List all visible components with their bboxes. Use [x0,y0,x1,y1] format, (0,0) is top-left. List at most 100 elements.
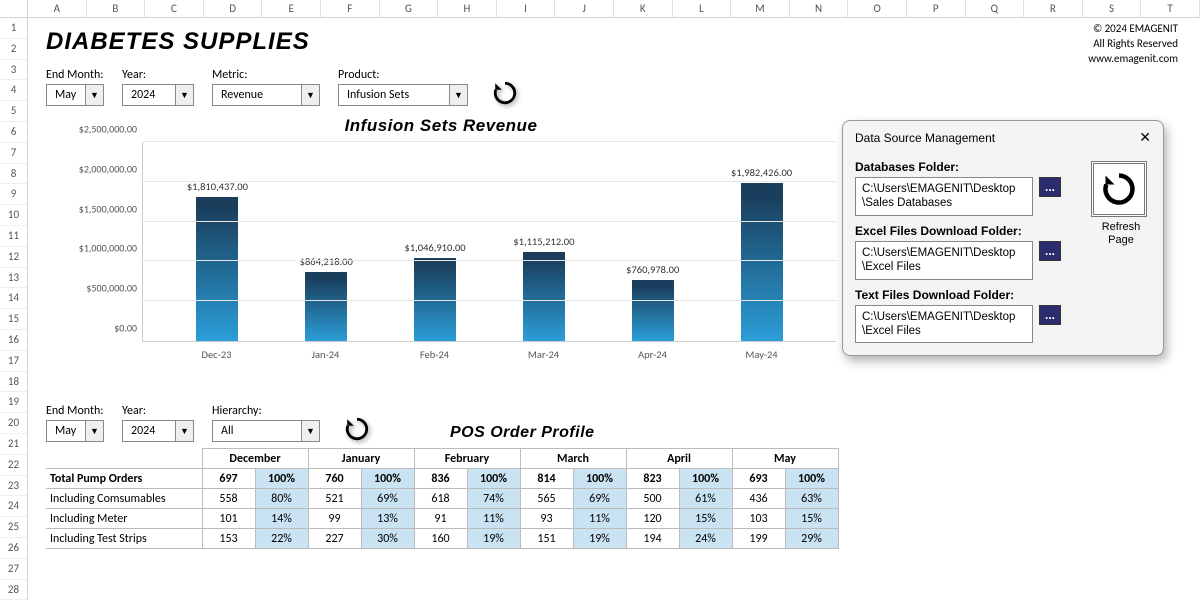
row-header[interactable]: 14 [0,288,27,309]
column-header[interactable]: A [28,0,87,17]
pos-year-label: Year: [122,404,194,418]
close-icon[interactable]: ✕ [1139,129,1151,146]
y-tick-label: $1,500,000.00 [47,202,137,215]
db-folder-input[interactable]: C:\Users\EMAGENIT\Desktop\Sales Database… [855,177,1033,216]
row-header[interactable]: 24 [0,496,27,517]
row-header[interactable]: 8 [0,164,27,185]
column-header[interactable]: J [555,0,614,17]
y-tick-label: $500,000.00 [47,282,137,295]
column-header[interactable]: P [907,0,966,17]
browse-db-button[interactable]: ... [1039,177,1061,197]
row-header[interactable]: 21 [0,434,27,455]
browse-excel-button[interactable]: ... [1039,241,1061,261]
copyright-line: All Rights Reserved [1088,37,1178,52]
chevron-down-icon: ▼ [175,421,193,441]
column-header[interactable]: O [848,0,907,17]
browse-text-button[interactable]: ... [1039,305,1061,325]
pos-value-cell: 693 [732,469,785,489]
column-header[interactable]: I [497,0,556,17]
column-header[interactable]: D [204,0,263,17]
row-header[interactable]: 17 [0,351,27,372]
pos-month-header: May [732,449,838,469]
bar-value-label: $1,810,437.00 [187,180,248,193]
row-header[interactable]: 20 [0,413,27,434]
pos-value-cell: 521 [308,489,361,509]
revenue-chart: Infusion Sets Revenue $1,810,437.00$864,… [46,116,836,386]
pos-value-cell: 199 [732,529,785,549]
refresh-pos-button[interactable] [342,414,372,444]
pos-percent-cell: 15% [679,509,732,529]
year-select[interactable]: 2024 ▼ [122,84,194,106]
row-header[interactable]: 11 [0,226,27,247]
column-header[interactable]: M [731,0,790,17]
row-header[interactable]: 10 [0,205,27,226]
column-header[interactable]: L [673,0,732,17]
column-header[interactable]: N [790,0,849,17]
refresh-icon [492,80,518,106]
row-header[interactable]: 19 [0,392,27,413]
pos-end-month-select[interactable]: May ▼ [46,420,104,442]
excel-folder-label: Excel Files Download Folder: [855,224,1061,238]
row-header[interactable]: 18 [0,372,27,393]
table-row: Including Meter10114%9913%9111%9311%1201… [46,509,838,529]
pos-percent-cell: 19% [573,529,626,549]
column-header[interactable]: C [145,0,204,17]
row-header[interactable]: 26 [0,538,27,559]
column-header[interactable]: R [1024,0,1083,17]
row-header[interactable]: 15 [0,309,27,330]
row-header[interactable]: 23 [0,476,27,497]
row-header[interactable]: 28 [0,580,27,600]
data-source-dialog[interactable]: Data Source Management ✕ Refresh Page Da… [842,120,1164,356]
excel-folder-input[interactable]: C:\Users\EMAGENIT\Desktop\Excel Files [855,241,1033,280]
text-folder-input[interactable]: C:\Users\EMAGENIT\Desktop\Excel Files [855,305,1033,344]
column-headers: ABCDEFGHIJKLMNOPQRST [0,0,1200,18]
row-header[interactable]: 2 [0,39,27,60]
row-header[interactable]: 16 [0,330,27,351]
hierarchy-select[interactable]: All ▼ [212,420,320,442]
product-select[interactable]: Infusion Sets ▼ [338,84,468,106]
metric-select[interactable]: Revenue ▼ [212,84,320,106]
pos-controls: End Month: May ▼ Year: 2024 ▼ Hierarchy:… [46,404,1182,442]
pos-value-cell: 436 [732,489,785,509]
db-folder-label: Databases Folder: [855,160,1061,174]
pos-percent-cell: 29% [785,529,838,549]
refresh-page-button[interactable]: Refresh Page [1091,161,1151,247]
x-tick-label: Dec-23 [162,342,271,361]
column-header[interactable]: B [87,0,146,17]
row-header[interactable]: 27 [0,559,27,580]
y-tick-label: $2,000,000.00 [47,162,137,175]
product-label: Product: [338,68,468,82]
column-header[interactable]: G [380,0,439,17]
row-header[interactable]: 4 [0,80,27,101]
row-header[interactable]: 22 [0,455,27,476]
column-header[interactable]: H [438,0,497,17]
pos-table: DecemberJanuaryFebruaryMarchAprilMay Tot… [46,448,839,549]
y-tick-label: $1,000,000.00 [47,242,137,255]
refresh-chart-button[interactable] [490,78,520,108]
column-header[interactable]: F [321,0,380,17]
column-header[interactable]: E [262,0,321,17]
row-header[interactable]: 3 [0,60,27,81]
pos-value-cell: 120 [626,509,679,529]
row-header[interactable]: 12 [0,247,27,268]
copyright-line: © 2024 EMAGENIT [1088,22,1178,37]
pos-year-select[interactable]: 2024 ▼ [122,420,194,442]
row-header[interactable]: 13 [0,268,27,289]
row-header[interactable]: 7 [0,143,27,164]
column-header[interactable]: K [614,0,673,17]
text-folder-label: Text Files Download Folder: [855,288,1061,302]
end-month-select[interactable]: May ▼ [46,84,104,106]
column-header[interactable]: T [1141,0,1200,17]
pos-value-cell: 618 [414,489,467,509]
row-header[interactable]: 25 [0,517,27,538]
pos-percent-cell: 24% [679,529,732,549]
column-header[interactable]: S [1083,0,1142,17]
row-header[interactable]: 6 [0,122,27,143]
chevron-down-icon: ▼ [301,85,319,105]
pos-value-cell: 103 [732,509,785,529]
row-header[interactable]: 9 [0,184,27,205]
row-header[interactable]: 5 [0,101,27,122]
chart-controls: End Month: May ▼ Year: 2024 ▼ Metric: Re… [46,68,1182,106]
row-header[interactable]: 1 [0,18,27,39]
column-header[interactable]: Q [966,0,1025,17]
